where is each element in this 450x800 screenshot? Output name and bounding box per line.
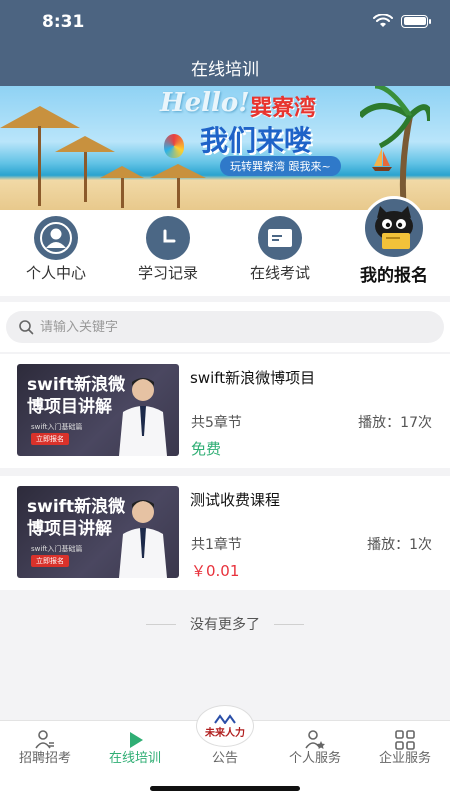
thumbnail-badge: 立即报名 — [31, 433, 69, 445]
company-logo: 未来人力 — [196, 705, 254, 747]
clock-icon — [146, 216, 190, 260]
tab-label: 企业服务 — [378, 751, 431, 766]
logo-text: 未来人力 — [205, 727, 245, 739]
search-box[interactable] — [6, 311, 444, 343]
course-item[interactable]: swift新浪微博项目讲解 swift入门基础篇 立即报名 测试收费课程 共1章… — [0, 476, 450, 590]
course-thumbnail: swift新浪微博项目讲解 swift入门基础篇 立即报名 — [17, 486, 179, 578]
battery-icon — [401, 14, 431, 28]
course-plays: 播放：1次 — [367, 537, 432, 553]
course-chapters: 共5章节 — [191, 415, 242, 431]
palm-tree — [360, 86, 430, 210]
status-icons — [373, 14, 431, 28]
menu-item-online-exam[interactable]: 在线考试 — [224, 210, 336, 296]
thumbnail-badge: 立即报名 — [31, 555, 69, 567]
course-thumbnail: swift新浪微博项目讲解 swift入门基础篇 立即报名 — [17, 364, 179, 456]
home-indicator — [150, 786, 300, 791]
wifi-icon — [373, 14, 393, 27]
quick-menu: 个人中心 学习记录 在线考试 我的报名 — [0, 196, 450, 296]
promo-banner[interactable]: Hello! 巽寮湾 我们来喽 玩转巽寮湾 跟我来~ — [0, 86, 450, 210]
tab-label: 公告 — [211, 751, 238, 766]
menu-label: 个人中心 — [25, 264, 86, 282]
tab-personal-services[interactable]: 个人服务 — [270, 721, 360, 771]
search-bar — [0, 302, 450, 352]
tab-label: 个人服务 — [288, 751, 341, 766]
banner-headline: 我们来喽 — [200, 124, 313, 157]
logo-mark-icon — [214, 713, 236, 724]
course-title: 测试收费课程 — [190, 491, 281, 509]
user-icon — [34, 216, 78, 260]
course-chapters: 共1章节 — [191, 537, 242, 553]
tab-enterprise-services[interactable]: 企业服务 — [360, 721, 450, 771]
course-plays: 播放：17次 — [358, 415, 432, 431]
tab-recruitment[interactable]: 招聘招考 — [0, 721, 90, 771]
thumbnail-subtitle: swift入门基础篇 — [31, 545, 83, 553]
menu-item-study-records[interactable]: 学习记录 — [112, 210, 224, 296]
menu-item-personal-center[interactable]: 个人中心 — [0, 210, 112, 296]
tab-label: 招聘招考 — [18, 751, 71, 766]
exam-card-icon — [258, 216, 302, 260]
hot-air-balloon — [164, 134, 184, 158]
instructor-photo — [119, 378, 167, 456]
page-title: 在线培训 — [191, 60, 259, 80]
instructor-photo — [119, 500, 167, 578]
nav-header: 8:31 在线培训 — [0, 0, 450, 86]
menu-label: 我的报名 — [360, 266, 428, 286]
thumbnail-subtitle: swift入门基础篇 — [31, 423, 83, 431]
menu-label: 在线考试 — [249, 264, 310, 282]
course-price: ￥0.01 — [191, 562, 240, 580]
cat-avatar-icon — [362, 196, 426, 260]
course-price: 免费 — [191, 440, 222, 458]
search-input[interactable] — [40, 319, 420, 335]
menu-item-my-registration[interactable]: 我的报名 — [338, 196, 450, 296]
course-title: swift新浪微博项目 — [190, 369, 316, 387]
no-more-text: 没有更多了 — [190, 617, 260, 633]
banner-place: 巽寮湾 — [250, 96, 317, 121]
tab-label: 在线培训 — [108, 751, 161, 766]
tab-announcements[interactable]: 未来人力 公告 — [180, 705, 270, 771]
divider — [274, 624, 304, 625]
search-icon — [19, 320, 34, 335]
menu-label: 学习记录 — [137, 264, 198, 282]
tab-online-training[interactable]: 在线培训 — [90, 721, 180, 771]
banner-hello: Hello! — [160, 88, 250, 118]
banner-subtitle: 玩转巽寮湾 跟我来~ — [220, 156, 341, 176]
course-item[interactable]: swift新浪微博项目讲解 swift入门基础篇 立即报名 swift新浪微博项… — [0, 354, 450, 468]
status-time: 8:31 — [42, 12, 85, 32]
